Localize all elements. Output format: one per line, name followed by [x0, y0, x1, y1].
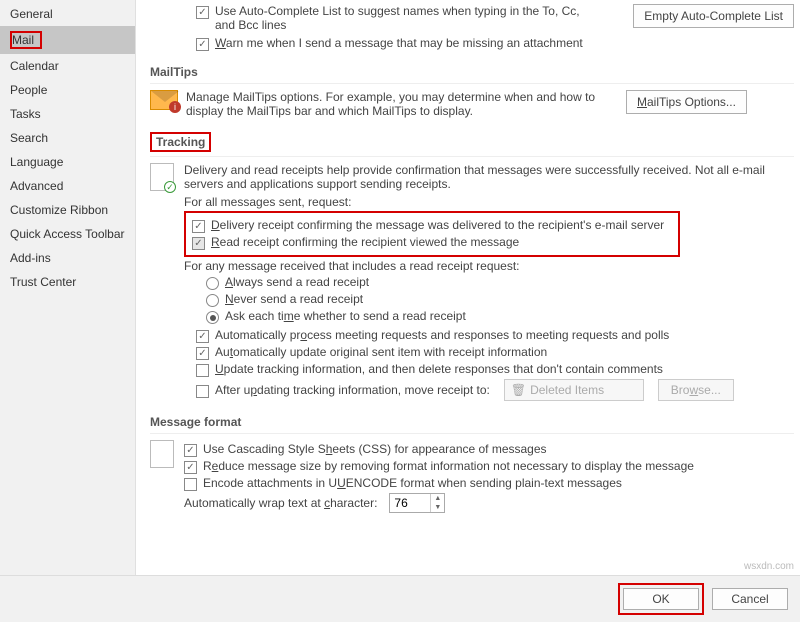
label: Use Cascading Style Sheets (CSS) for app… — [203, 442, 547, 456]
label: After updating tracking information, mov… — [215, 383, 490, 397]
spin-up[interactable]: ▲ — [431, 494, 444, 503]
label: Never send a read receipt — [225, 292, 363, 306]
dialog-footer: OK Cancel — [0, 575, 800, 622]
label: Tasks — [10, 107, 41, 121]
label: For any message received that includes a… — [184, 259, 794, 273]
radio-never-send[interactable] — [206, 294, 219, 307]
ok-button[interactable]: OK — [623, 588, 699, 610]
sidebar-item-tasks[interactable]: Tasks — [0, 102, 135, 126]
label: Ask each time whether to send a read rec… — [225, 309, 466, 323]
section-mailtips-header: MailTips — [150, 61, 794, 84]
checkbox-auto-process[interactable] — [196, 330, 209, 343]
label: Read receipt confirming the recipient vi… — [211, 235, 519, 249]
section-message-format-header: Message format — [150, 411, 794, 434]
sidebar-item-quick-access-toolbar[interactable]: Quick Access Toolbar — [0, 222, 135, 246]
sidebar-item-language[interactable]: Language — [0, 150, 135, 174]
checkbox-update-delete[interactable] — [196, 364, 209, 377]
radio-always-send[interactable] — [206, 277, 219, 290]
label: Update tracking information, and then de… — [215, 362, 663, 376]
sidebar-item-people[interactable]: People — [0, 78, 135, 102]
label: Language — [10, 155, 63, 169]
watermark: wsxdn.com — [744, 561, 794, 572]
browse-button: Browse... — [658, 379, 734, 401]
label: Trust Center — [10, 275, 76, 289]
label: Delivery receipt confirming the message … — [211, 218, 664, 232]
checkbox-uuencode[interactable] — [184, 478, 197, 491]
sidebar-item-customize-ribbon[interactable]: Customize Ribbon — [0, 198, 135, 222]
sidebar-item-search[interactable]: Search — [0, 126, 135, 150]
checkbox-move-receipt[interactable] — [196, 385, 209, 398]
checkbox-css[interactable] — [184, 444, 197, 457]
message-format-icon — [150, 440, 174, 468]
wrap-character-input[interactable] — [390, 494, 430, 512]
label: Advanced — [10, 179, 63, 193]
checkbox-warn-attachment[interactable] — [196, 38, 209, 51]
options-content: Use Auto-Complete List to suggest names … — [136, 0, 800, 575]
tracking-desc: Delivery and read receipts help provide … — [184, 163, 774, 191]
label: People — [10, 83, 47, 97]
sidebar-item-trust-center[interactable]: Trust Center — [0, 270, 135, 294]
sidebar-item-calendar[interactable]: Calendar — [0, 54, 135, 78]
wrap-character-spinner[interactable]: ▲▼ — [389, 493, 445, 513]
label: Warn me when I send a message that may b… — [215, 36, 583, 50]
label: Automatically wrap text at character: — [184, 496, 377, 510]
trash-icon: 🗑 — [511, 383, 526, 397]
label: Always send a read receipt — [225, 275, 369, 289]
label: Customize Ribbon — [10, 203, 108, 217]
cancel-button[interactable]: Cancel — [712, 588, 788, 610]
spin-down[interactable]: ▼ — [431, 503, 444, 512]
checkbox-delivery-receipt[interactable] — [192, 220, 205, 233]
radio-ask-each-time[interactable] — [206, 311, 219, 324]
label: Calendar — [10, 59, 59, 73]
label: Mail — [12, 33, 34, 47]
checkbox-use-autocomplete[interactable] — [196, 6, 209, 19]
label: Automatically update original sent item … — [215, 345, 547, 359]
checkbox-read-receipt[interactable] — [192, 237, 205, 250]
mailtips-desc: Manage MailTips options. For example, yo… — [186, 90, 626, 118]
sidebar-item-advanced[interactable]: Advanced — [0, 174, 135, 198]
sidebar-item-mail[interactable]: Mail — [0, 26, 135, 54]
checkbox-reduce-size[interactable] — [184, 461, 197, 474]
label: Use Auto-Complete List to suggest names … — [215, 4, 595, 32]
empty-autocomplete-button[interactable]: Empty Auto-Complete List — [633, 4, 794, 28]
options-sidebar: General Mail Calendar People Tasks Searc… — [0, 0, 136, 575]
mail-icon: i — [150, 90, 178, 110]
label: For all messages sent, request: — [184, 195, 794, 209]
label: Encode attachments in UUENCODE format wh… — [203, 476, 622, 490]
mailtips-options-button[interactable]: MailTips Options... — [626, 90, 747, 114]
label: Quick Access Toolbar — [10, 227, 125, 241]
tracking-icon: ✓ — [150, 163, 174, 191]
sidebar-item-add-ins[interactable]: Add-ins — [0, 246, 135, 270]
section-tracking-header: Tracking — [150, 128, 794, 157]
label: Search — [10, 131, 48, 145]
label: Automatically process meeting requests a… — [215, 328, 669, 342]
checkbox-auto-update-sent[interactable] — [196, 347, 209, 360]
label: General — [10, 7, 53, 21]
label: Add-ins — [10, 251, 51, 265]
sidebar-item-general[interactable]: General — [0, 2, 135, 26]
move-receipt-folder-field: 🗑 Deleted Items — [504, 379, 644, 401]
label: Reduce message size by removing format i… — [203, 459, 694, 473]
